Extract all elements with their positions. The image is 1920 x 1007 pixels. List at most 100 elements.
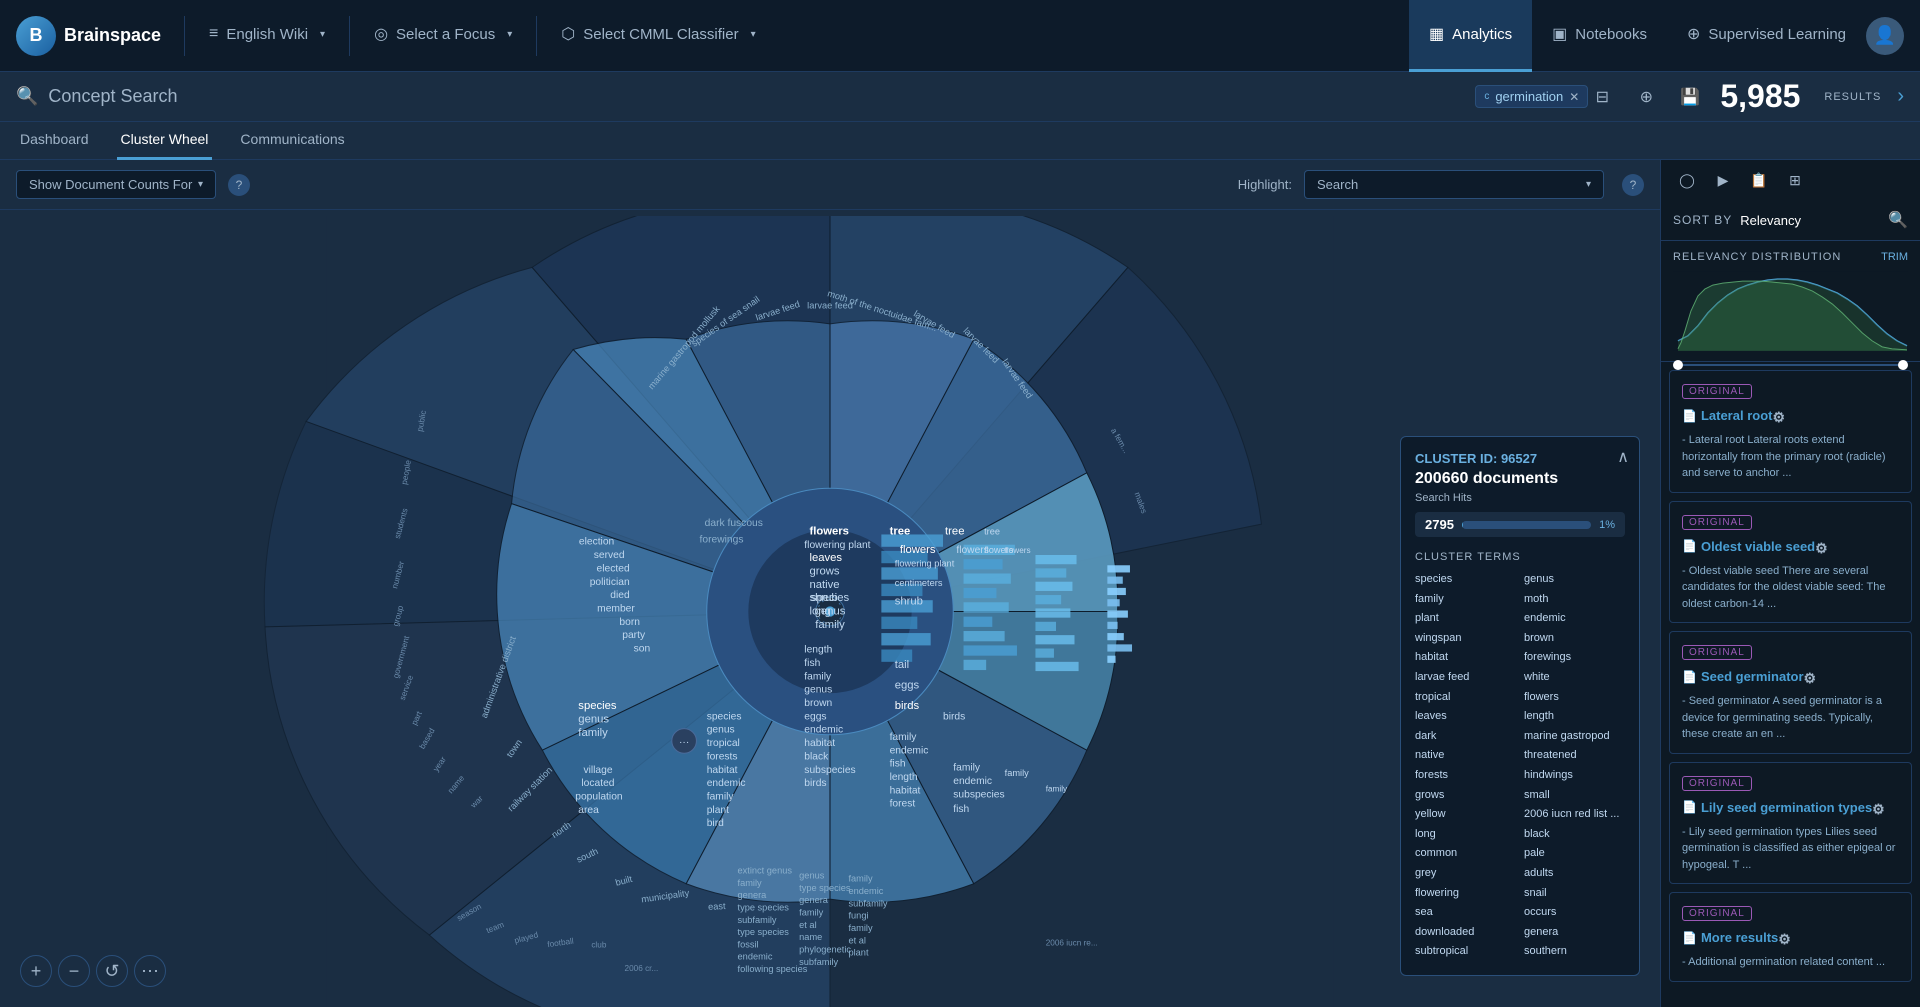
result-settings-icon[interactable]: ⚙	[1778, 931, 1791, 948]
tag-close-button[interactable]: ✕	[1569, 90, 1579, 104]
tab-cluster-wheel[interactable]: Cluster Wheel	[117, 122, 213, 160]
nav-item-english-wiki[interactable]: ≡ English Wiki ▾	[189, 0, 345, 72]
result-doc-icon: 📄	[1682, 409, 1697, 423]
svg-text:birds: birds	[943, 711, 965, 722]
trim-button[interactable]: TRIM	[1881, 251, 1908, 263]
results-scroll-area[interactable]: ORIGINAL 📄 Lateral root ⚙ - Lateral root…	[1661, 362, 1920, 1007]
nav-item-analytics[interactable]: ▦ Analytics	[1409, 0, 1532, 72]
svg-text:population: population	[575, 791, 623, 802]
cluster-term-col2: genera	[1524, 924, 1625, 942]
show-document-counts-dropdown[interactable]: Show Document Counts For ▾	[16, 170, 216, 199]
highlight-search-input[interactable]: Search ▾	[1304, 170, 1604, 199]
cluster-popup-close[interactable]: ∧	[1617, 447, 1629, 467]
zoom-in-button[interactable]: +	[20, 955, 52, 987]
nav-item-notebooks[interactable]: ▣ Notebooks	[1532, 0, 1667, 72]
svg-text:fish: fish	[890, 759, 906, 770]
svg-text:subfamily: subfamily	[799, 957, 838, 967]
cluster-term-col1: grows	[1415, 787, 1516, 805]
result-settings-icon[interactable]: ⚙	[1815, 540, 1828, 557]
arrow-icon-btn[interactable]: ▶	[1709, 166, 1737, 194]
svg-text:area: area	[578, 805, 599, 816]
hits-bar-fill	[1462, 521, 1591, 529]
svg-text:eggs: eggs	[895, 680, 920, 692]
cluster-term-col1: subtropical	[1415, 943, 1516, 961]
filter-icon[interactable]: ⊟	[1588, 83, 1616, 111]
tab-communications[interactable]: Communications	[236, 122, 348, 160]
svg-text:served: served	[594, 550, 625, 561]
result-doc-icon: 📄	[1682, 670, 1697, 684]
svg-text:tree: tree	[984, 526, 1000, 536]
svg-text:type species: type species	[738, 902, 790, 912]
svg-text:habitat: habitat	[804, 738, 835, 749]
svg-text:family: family	[738, 878, 762, 888]
doc-icon-btn[interactable]: 📋	[1745, 166, 1773, 194]
hits-bar-inner	[1462, 521, 1463, 529]
result-title: 📄 Oldest viable seed ⚙	[1682, 536, 1899, 557]
export-icon-btn[interactable]: ⊞	[1781, 166, 1809, 194]
svg-text:east: east	[708, 901, 726, 912]
svg-text:leaves: leaves	[809, 552, 842, 564]
location-icon[interactable]: ⊕	[1632, 83, 1660, 111]
zoom-reset-button[interactable]: ↺	[96, 955, 128, 987]
show-counts-help-icon[interactable]: ?	[228, 174, 250, 196]
svg-text:birds: birds	[895, 700, 920, 712]
sort-by-label: SORT BY	[1673, 213, 1732, 227]
save-icon[interactable]: 💾	[1676, 83, 1704, 111]
slider-left-dot[interactable]	[1673, 360, 1683, 370]
svg-text:subfamily: subfamily	[738, 915, 777, 925]
result-card[interactable]: ORIGINAL 📄 Oldest viable seed ⚙ - Oldest…	[1669, 501, 1912, 624]
right-panel-icons-row: ◯ ▶ 📋 ⊞	[1661, 160, 1920, 200]
cluster-term-col1: flowering	[1415, 885, 1516, 903]
result-excerpt: - Lateral root Lateral roots extend hori…	[1682, 432, 1899, 482]
result-settings-icon[interactable]: ⚙	[1804, 670, 1817, 687]
result-excerpt: - Seed germinator A seed germinator is a…	[1682, 693, 1899, 743]
original-badge: ORIGINAL	[1682, 515, 1752, 530]
svg-text:son: son	[634, 644, 651, 655]
user-avatar[interactable]: 👤	[1866, 17, 1904, 55]
zoom-out-button[interactable]: −	[58, 955, 90, 987]
zoom-more-button[interactable]: ⋯	[134, 955, 166, 987]
result-excerpt: - Additional germination related content…	[1682, 954, 1899, 971]
distribution-slider[interactable]	[1673, 360, 1908, 370]
tab-dashboard[interactable]: Dashboard	[16, 122, 93, 160]
nav-select-cmml-label: Select CMML Classifier	[583, 26, 738, 43]
result-card[interactable]: ORIGINAL 📄 Lily seed germination types ⚙…	[1669, 762, 1912, 885]
cluster-term-col2: southern	[1524, 943, 1625, 961]
original-badge: ORIGINAL	[1682, 906, 1752, 921]
logo-icon: B	[16, 16, 56, 56]
cluster-term-col1: grey	[1415, 865, 1516, 883]
active-search-tag[interactable]: c germination ✕	[1475, 85, 1588, 108]
result-settings-icon[interactable]: ⚙	[1772, 409, 1785, 426]
nav-item-supervised-learning[interactable]: ⊕ Supervised Learning	[1667, 0, 1866, 72]
circle-icon-btn[interactable]: ◯	[1673, 166, 1701, 194]
nav-item-select-focus[interactable]: ◎ Select a Focus ▾	[354, 0, 532, 72]
cluster-term-col2: white	[1524, 669, 1625, 687]
cluster-term-col2: length	[1524, 708, 1625, 726]
cluster-wheel-canvas[interactable]: species genus family flowers flowering p…	[0, 216, 1660, 1007]
slider-right-dot[interactable]	[1898, 360, 1908, 370]
result-card[interactable]: ORIGINAL 📄 Seed germinator ⚙ - Seed germ…	[1669, 631, 1912, 754]
results-arrow-icon[interactable]: ›	[1897, 85, 1904, 108]
cluster-term-col1: native	[1415, 747, 1516, 765]
logo-area: B Brainspace	[0, 16, 180, 56]
svg-text:native: native	[809, 579, 839, 591]
cluster-hits-bar: 2795 1%	[1415, 512, 1625, 537]
result-settings-icon[interactable]: ⚙	[1872, 801, 1885, 818]
svg-text:name: name	[799, 932, 822, 942]
svg-text:species: species	[578, 700, 617, 712]
svg-text:fossil: fossil	[738, 939, 759, 949]
hits-pct: 1%	[1599, 519, 1615, 531]
svg-text:grows: grows	[809, 566, 839, 578]
svg-text:shrub: shrub	[895, 595, 923, 607]
cluster-term-col1: tropical	[1415, 689, 1516, 707]
cluster-term-col1: larvae feed	[1415, 669, 1516, 687]
result-card[interactable]: ORIGINAL 📄 More results ⚙ - Additional g…	[1669, 892, 1912, 982]
highlight-help-icon[interactable]: ?	[1622, 174, 1644, 196]
sort-search-icon[interactable]: 🔍	[1888, 210, 1908, 230]
select-focus-caret: ▾	[507, 29, 512, 40]
tab-communications-label: Communications	[240, 131, 344, 147]
nav-item-select-cmml[interactable]: ⬡ Select CMML Classifier ▾	[541, 0, 775, 72]
sort-value[interactable]: Relevancy	[1740, 213, 1801, 228]
cluster-id: CLUSTER ID: 96527	[1415, 451, 1625, 466]
result-card[interactable]: ORIGINAL 📄 Lateral root ⚙ - Lateral root…	[1669, 370, 1912, 493]
